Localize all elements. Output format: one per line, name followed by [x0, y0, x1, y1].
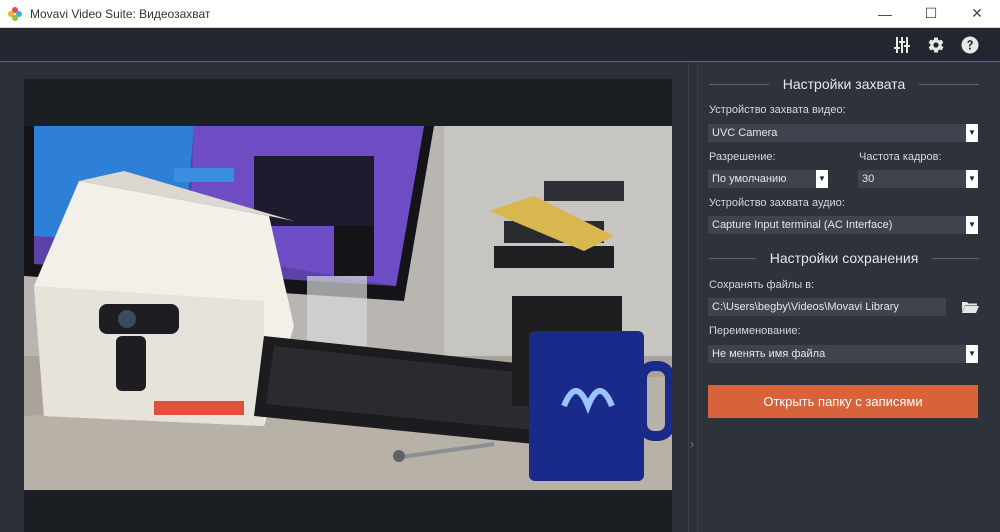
maximize-icon: ☐ [924, 5, 938, 21]
browse-folder-button[interactable] [960, 298, 980, 316]
save-settings-header: Настройки сохранения [709, 248, 980, 268]
settings-button[interactable] [925, 34, 947, 56]
save-path-field[interactable]: C:\Users\begby\Videos\Movavi Library [708, 298, 946, 316]
video-device-select[interactable]: UVC Camera ▼ [708, 124, 978, 142]
minimize-button[interactable]: — [862, 0, 908, 28]
dropdown-arrow-icon: ▼ [966, 124, 978, 142]
dropdown-arrow-icon: ▼ [966, 170, 978, 188]
window-title: Movavi Video Suite: Видеозахват [30, 6, 211, 21]
maximize-button[interactable]: ☐ [908, 0, 954, 28]
title-bar: Movavi Video Suite: Видеозахват — ☐ ✕ [0, 0, 1000, 28]
camera-feed-image [24, 126, 672, 490]
capture-settings-header: Настройки захвата [709, 74, 980, 94]
close-icon: ✕ [971, 5, 983, 21]
save-files-label: Сохранять файлы в: [709, 279, 815, 291]
framerate-select[interactable]: 30 ▼ [858, 170, 978, 188]
folder-icon [962, 302, 979, 313]
chevron-right-icon: › [690, 437, 694, 451]
video-preview [24, 79, 672, 532]
equalizer-button[interactable] [891, 34, 913, 56]
dropdown-arrow-icon: ▼ [966, 345, 978, 363]
rename-label: Переименование: [709, 325, 801, 337]
audio-device-select[interactable]: Capture Input terminal (AC Interface) ▼ [708, 216, 978, 234]
settings-panel: Настройки захвата Устройство захвата вид… [698, 62, 1000, 532]
minimize-icon: — [878, 5, 892, 22]
gear-icon [928, 37, 944, 53]
equalizer-icon [894, 37, 910, 53]
resolution-select[interactable]: По умолчанию ▼ [708, 170, 828, 188]
panel-collapse-handle[interactable]: › [688, 62, 698, 532]
help-button[interactable] [959, 34, 981, 56]
preview-panel [8, 62, 688, 532]
audio-device-label: Устройство захвата аудио: [709, 197, 845, 209]
open-recordings-folder-button[interactable]: Открыть папку с записями [708, 385, 978, 418]
movavi-logo-icon [8, 6, 22, 21]
help-icon [961, 36, 979, 54]
resolution-label: Разрешение: [709, 151, 776, 163]
dropdown-arrow-icon: ▼ [816, 170, 828, 188]
framerate-label: Частота кадров: [859, 151, 942, 163]
rename-select[interactable]: Не менять имя файла ▼ [708, 345, 978, 363]
video-device-label: Устройство захвата видео: [709, 104, 846, 116]
close-button[interactable]: ✕ [954, 0, 1000, 28]
toolbar [0, 28, 1000, 62]
dropdown-arrow-icon: ▼ [966, 216, 978, 234]
